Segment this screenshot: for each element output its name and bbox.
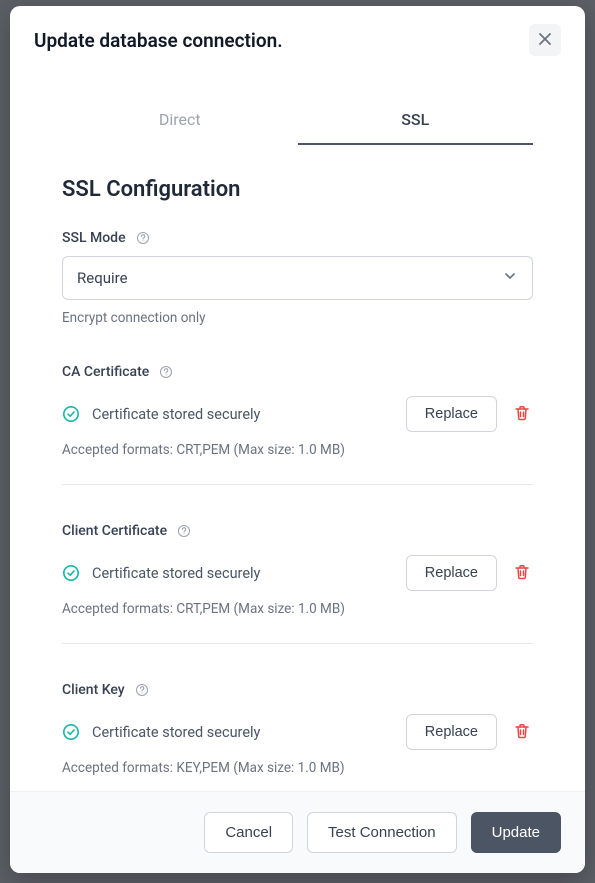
- client-key-hint: Accepted formats: KEY,PEM (Max size: 1.0…: [62, 760, 533, 776]
- client-certificate-delete-button[interactable]: [511, 561, 533, 586]
- client-key-delete-button[interactable]: [511, 720, 533, 745]
- section-title: SSL Configuration: [62, 177, 533, 202]
- ca-certificate-status: Certificate stored securely: [92, 406, 260, 423]
- help-icon[interactable]: [135, 683, 149, 697]
- connection-tabs: Direct SSL: [62, 96, 533, 145]
- client-key-block: Client Key Certificate stored securely R…: [62, 644, 533, 791]
- ssl-mode-value: Require: [77, 269, 128, 287]
- client-certificate-replace-button[interactable]: Replace: [406, 555, 497, 591]
- ca-certificate-replace-button[interactable]: Replace: [406, 396, 497, 432]
- trash-icon: [513, 563, 531, 584]
- modal-body: Direct SSL SSL Configuration SSL Mode Re…: [10, 68, 585, 791]
- ssl-mode-label-row: SSL Mode: [62, 230, 533, 246]
- ssl-mode-label: SSL Mode: [62, 230, 126, 246]
- check-circle-icon: [62, 564, 80, 582]
- client-key-label: Client Key: [62, 682, 125, 698]
- modal-footer: Cancel Test Connection Update: [10, 791, 585, 873]
- modal-header: Update database connection.: [10, 6, 585, 68]
- ca-certificate-hint: Accepted formats: CRT,PEM (Max size: 1.0…: [62, 442, 533, 458]
- ca-certificate-label: CA Certificate: [62, 364, 149, 380]
- trash-icon: [513, 722, 531, 743]
- client-key-status: Certificate stored securely: [92, 724, 260, 741]
- check-circle-icon: [62, 723, 80, 741]
- update-database-connection-modal: Update database connection. Direct SSL S…: [10, 6, 585, 873]
- client-certificate-hint: Accepted formats: CRT,PEM (Max size: 1.0…: [62, 601, 533, 617]
- test-connection-button[interactable]: Test Connection: [307, 812, 457, 853]
- client-certificate-status: Certificate stored securely: [92, 565, 260, 582]
- help-icon[interactable]: [177, 524, 191, 538]
- ca-certificate-delete-button[interactable]: [511, 402, 533, 427]
- client-certificate-block: Client Certificate Certificate stored se…: [62, 485, 533, 644]
- update-button[interactable]: Update: [471, 812, 561, 853]
- close-button[interactable]: [529, 24, 561, 56]
- client-key-replace-button[interactable]: Replace: [406, 714, 497, 750]
- tab-ssl[interactable]: SSL: [298, 96, 534, 145]
- help-icon[interactable]: [159, 365, 173, 379]
- tab-direct[interactable]: Direct: [62, 96, 298, 145]
- modal-title: Update database connection.: [34, 29, 283, 52]
- trash-icon: [513, 404, 531, 425]
- cancel-button[interactable]: Cancel: [204, 812, 293, 853]
- help-icon[interactable]: [136, 231, 150, 245]
- ssl-mode-select[interactable]: Require: [62, 256, 533, 300]
- ssl-mode-hint: Encrypt connection only: [62, 310, 533, 326]
- check-circle-icon: [62, 405, 80, 423]
- chevron-down-icon: [502, 268, 518, 288]
- client-certificate-label: Client Certificate: [62, 523, 167, 539]
- ca-certificate-block: CA Certificate Certificate stored secure…: [62, 326, 533, 485]
- close-icon: [537, 31, 553, 50]
